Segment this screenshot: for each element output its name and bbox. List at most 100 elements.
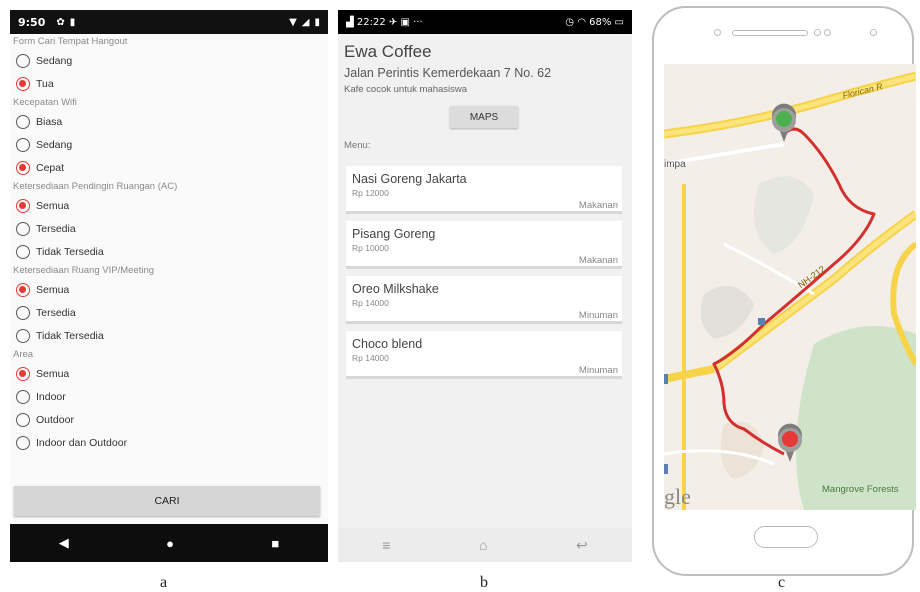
status-bar: ▟ 22:22 ✈ ▣ ··· ◷ ◠ 68% ▭: [338, 10, 632, 34]
radio-checked-icon[interactable]: [16, 198, 30, 213]
map-label-left: impa: [664, 159, 686, 170]
alarm-icon: ◷: [565, 16, 575, 28]
radio-option[interactable]: Sedang: [12, 49, 326, 72]
menu-item-name: Pisang Goreng: [352, 227, 436, 241]
menu-item-name: Nasi Goreng Jakarta: [352, 172, 467, 186]
menu-item-category: Makanan: [578, 200, 618, 211]
signal-icon: ▟: [346, 16, 354, 28]
map-label-park: Mangrove Forests: [822, 484, 899, 495]
search-button[interactable]: CARI: [14, 486, 320, 516]
radio-label: Indoor: [36, 390, 66, 403]
radio-option[interactable]: Tersedia: [12, 217, 326, 240]
radio-label: Tersedia: [36, 306, 76, 319]
radio-unchecked-icon[interactable]: [16, 412, 30, 427]
sim-icon: ▮: [69, 16, 76, 28]
radio-checked-icon[interactable]: [16, 282, 30, 297]
radio-label: Biasa: [36, 115, 63, 128]
radio-unchecked-icon[interactable]: [16, 221, 30, 236]
bus-stop-icon: [758, 318, 765, 325]
status-time: 22:22: [356, 16, 386, 28]
figure: 9:50 ✿ ▮ ▼ ◢ ▮ Form Cari Tempat Hangout …: [0, 0, 920, 592]
menu-item-name: Oreo Milkshake: [352, 282, 439, 296]
notification-icons: ✈ ▣ ···: [385, 16, 423, 28]
back-icon[interactable]: ◀: [59, 535, 69, 551]
radio-label: Outdoor: [36, 413, 74, 426]
menu-item-price: Rp 14000: [352, 353, 389, 363]
radio-checked-icon[interactable]: [16, 76, 30, 91]
radio-unchecked-icon[interactable]: [16, 305, 30, 320]
back-icon[interactable]: ↩: [576, 537, 588, 554]
menu-item-card[interactable]: Oreo Milkshake Rp 14000 Minuman: [346, 276, 622, 324]
camera-icon: [824, 29, 831, 36]
radio-option[interactable]: Biasa: [12, 110, 326, 133]
settings-icon: ✿: [56, 16, 65, 28]
recent-apps-icon[interactable]: ■: [271, 536, 279, 551]
map-label-google: gle: [664, 484, 691, 509]
android-nav-bar: ◀ ● ■: [10, 524, 328, 562]
menu-heading: Menu:: [344, 140, 371, 151]
radio-option[interactable]: Outdoor: [12, 408, 326, 431]
home-icon[interactable]: ⌂: [479, 537, 487, 553]
radio-checked-icon[interactable]: [16, 366, 30, 381]
radio-option[interactable]: Indoor dan Outdoor: [12, 431, 326, 454]
radio-unchecked-icon[interactable]: [16, 53, 30, 68]
wifi-icon: ▼: [289, 16, 297, 28]
radio-label: Semua: [36, 367, 70, 380]
battery-icon: ▮: [314, 16, 320, 28]
radio-label: Indoor dan Outdoor: [36, 436, 128, 449]
menu-item-price: Rp 14000: [352, 298, 389, 308]
radio-option[interactable]: Indoor: [12, 385, 326, 408]
menu-icon[interactable]: ≡: [382, 537, 390, 553]
marker-icon: [664, 374, 668, 384]
form-section-label: Area: [13, 349, 34, 360]
radio-label: Semua: [36, 283, 70, 296]
radio-option[interactable]: Cepat: [12, 156, 326, 179]
radio-unchecked-icon[interactable]: [16, 137, 30, 152]
form-section-label: Kecepatan Wifi: [13, 97, 77, 108]
radio-unchecked-icon[interactable]: [16, 114, 30, 129]
home-icon[interactable]: ●: [166, 536, 174, 551]
radio-checked-icon[interactable]: [16, 160, 30, 175]
caption-b: b: [480, 574, 488, 591]
map-view[interactable]: Florican R NH-212 impa gle Mangrove Fore…: [664, 64, 916, 510]
search-form-screen: 9:50 ✿ ▮ ▼ ◢ ▮ Form Cari Tempat Hangout …: [10, 10, 328, 562]
home-button[interactable]: [754, 526, 818, 548]
menu-item-category: Minuman: [578, 310, 618, 321]
radio-option[interactable]: Tua: [12, 72, 326, 95]
radio-unchecked-icon[interactable]: [16, 244, 30, 259]
battery-level: 68%: [589, 16, 612, 28]
battery-icon: ▭: [614, 16, 624, 28]
radio-option[interactable]: Semua: [12, 194, 326, 217]
menu-item-price: Rp 10000: [352, 243, 389, 253]
form-section-label: Ketersediaan Ruang VIP/Meeting: [13, 265, 155, 276]
signal-icon: ◢: [301, 16, 310, 28]
marker-icon: [664, 464, 668, 474]
camera-icon: [814, 29, 821, 36]
menu-item-card[interactable]: Pisang Goreng Rp 10000 Makanan: [346, 221, 622, 269]
radio-option[interactable]: Semua: [12, 278, 326, 301]
radio-unchecked-icon[interactable]: [16, 435, 30, 450]
radio-option[interactable]: Tidak Tersedia: [12, 324, 326, 347]
form-title: Form Cari Tempat Hangout: [13, 36, 128, 47]
map-canvas[interactable]: [664, 64, 916, 510]
radio-option[interactable]: Semua: [12, 362, 326, 385]
radio-option[interactable]: Tidak Tersedia: [12, 240, 326, 263]
cafe-description: Kafe cocok untuk mahasiswa: [344, 84, 468, 95]
cafe-name: Ewa Coffee: [344, 42, 432, 61]
radio-option[interactable]: Sedang: [12, 133, 326, 156]
menu-item-name: Choco blend: [352, 337, 423, 351]
status-time: 9:50: [18, 15, 46, 29]
maps-button[interactable]: MAPS: [450, 106, 518, 128]
sensor-icon: [714, 29, 721, 36]
menu-item-card[interactable]: Choco blend Rp 14000 Minuman: [346, 331, 622, 379]
menu-item-card[interactable]: Nasi Goreng Jakarta Rp 12000 Makanan: [346, 166, 622, 214]
menu-item-category: Makanan: [578, 255, 618, 266]
route-map-phone: Florican R NH-212 impa gle Mangrove Fore…: [652, 6, 916, 576]
status-bar: 9:50 ✿ ▮ ▼ ◢ ▮: [10, 10, 328, 34]
cafe-address: Jalan Perintis Kemerdekaan 7 No. 62: [344, 66, 552, 80]
radio-unchecked-icon[interactable]: [16, 328, 30, 343]
radio-unchecked-icon[interactable]: [16, 389, 30, 404]
radio-label: Sedang: [36, 138, 73, 151]
phone-frame: Florican R NH-212 impa gle Mangrove Fore…: [652, 6, 916, 576]
radio-option[interactable]: Tersedia: [12, 301, 326, 324]
